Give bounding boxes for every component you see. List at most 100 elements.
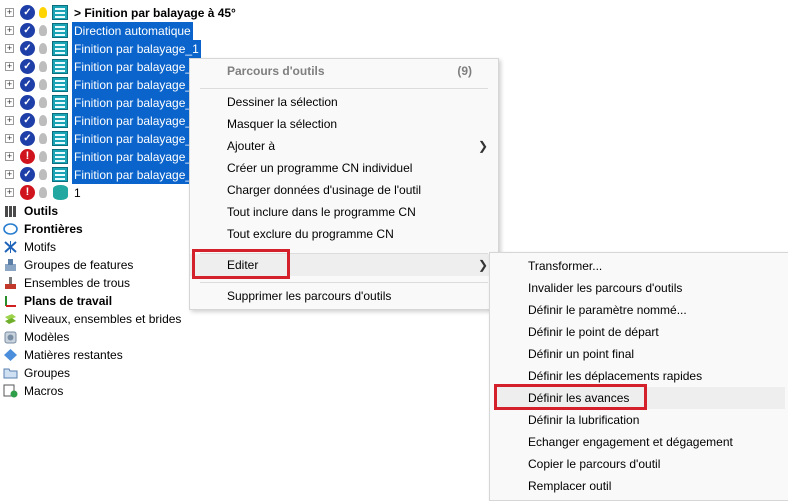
highlight-box-definir-avances bbox=[494, 384, 647, 410]
tree-folder-groups-folder[interactable]: Groupes bbox=[0, 364, 260, 382]
toolpath-row[interactable]: + ✓ Finition par balayage_1 bbox=[0, 40, 260, 58]
toolpath-label: Finition par balayage_1 bbox=[72, 40, 201, 58]
toolpath-label: Finition par balayage_ bbox=[72, 112, 195, 130]
toolpath-icon bbox=[52, 149, 68, 164]
lightbulb-icon[interactable] bbox=[39, 79, 47, 90]
context-menu-item[interactable]: Créer un programme CN individuel bbox=[190, 157, 498, 179]
highlight-box-editer bbox=[192, 249, 290, 279]
context-menu-item[interactable]: Dessiner la sélection bbox=[190, 91, 498, 113]
chevron-right-icon: ❯ bbox=[477, 139, 488, 153]
macros-icon bbox=[3, 384, 18, 398]
tree-folder-label: Matières restantes bbox=[24, 348, 123, 362]
menu-item-supprimer-parcours[interactable]: Supprimer les parcours d'outils bbox=[190, 285, 498, 307]
expand-icon[interactable]: + bbox=[5, 116, 14, 125]
expand-icon[interactable]: + bbox=[5, 134, 14, 143]
lightbulb-icon[interactable] bbox=[39, 61, 47, 72]
menu-item-label: Copier le parcours d'outil bbox=[528, 457, 661, 471]
submenu-item[interactable]: Définir le point de départ bbox=[494, 321, 785, 343]
lightbulb-icon[interactable] bbox=[39, 151, 47, 162]
toolpath-label: Finition par balayage_ bbox=[72, 76, 195, 94]
submenu-item[interactable]: Définir la lubrification bbox=[494, 409, 785, 431]
menu-item-label: Supprimer les parcours d'outils bbox=[227, 289, 392, 303]
tools-icon bbox=[3, 204, 18, 218]
checkmark-status-icon: ✓ bbox=[20, 23, 35, 38]
context-menu-item[interactable]: Tout inclure dans le programme CN bbox=[190, 201, 498, 223]
submenu-item[interactable]: Copier le parcours d'outil bbox=[494, 453, 785, 475]
models-icon bbox=[3, 330, 18, 344]
edit-submenu: Transformer... Invalider les parcours d'o… bbox=[489, 252, 788, 501]
expand-icon[interactable]: + bbox=[5, 170, 14, 179]
expand-icon[interactable]: + bbox=[5, 98, 14, 107]
lightbulb-icon[interactable] bbox=[39, 97, 47, 108]
toolpath-icon bbox=[52, 23, 68, 38]
feature-groups-icon bbox=[3, 258, 18, 272]
submenu-item[interactable]: Définir le paramètre nommé... bbox=[494, 299, 785, 321]
submenu-item[interactable]: Echanger engagement et dégagement bbox=[494, 431, 785, 453]
toolpath-label: Finition par balayage_ bbox=[72, 148, 195, 166]
checkmark-status-icon: ✓ bbox=[20, 113, 35, 128]
checkmark-status-icon: ✓ bbox=[20, 59, 35, 74]
expand-icon[interactable]: + bbox=[5, 188, 14, 197]
expand-icon[interactable]: + bbox=[5, 44, 14, 53]
menu-separator bbox=[200, 88, 488, 89]
menu-item-label: Définir le point de départ bbox=[528, 325, 659, 339]
tree-folder-label: Groupes bbox=[24, 366, 71, 380]
lightbulb-icon[interactable] bbox=[39, 169, 47, 180]
chevron-right-icon: ❯ bbox=[477, 258, 488, 272]
toolpath-label: Direction automatique bbox=[72, 22, 193, 40]
menu-item-label: Tout exclure du programme CN bbox=[227, 227, 394, 241]
context-menu-item[interactable]: Masquer la sélection bbox=[190, 113, 498, 135]
context-menu-item[interactable]: Ajouter à ❯ bbox=[190, 135, 498, 157]
workplane-icon bbox=[3, 294, 18, 308]
menu-item-label: Dessiner la sélection bbox=[227, 95, 338, 109]
toolpath-row[interactable]: + ✓ > Finition par balayage à 45° bbox=[0, 4, 260, 22]
toolpath-label: 1 bbox=[74, 186, 81, 200]
lightbulb-icon[interactable] bbox=[39, 187, 47, 198]
toolpath-icon bbox=[52, 167, 68, 182]
toolpath-label: Finition par balayage_ bbox=[72, 130, 195, 148]
tree-folder-stock[interactable]: Matières restantes bbox=[0, 346, 260, 364]
hole-sets-icon bbox=[3, 276, 18, 290]
lightbulb-icon[interactable] bbox=[39, 7, 47, 18]
toolpath-icon bbox=[52, 113, 68, 128]
toolpath-icon bbox=[52, 77, 68, 92]
error-status-icon: ! bbox=[20, 185, 35, 200]
groups-folder-icon bbox=[3, 366, 18, 380]
context-menu-item[interactable]: Tout exclure du programme CN bbox=[190, 223, 498, 245]
lightbulb-icon[interactable] bbox=[39, 43, 47, 54]
tree-folder-label: Frontières bbox=[24, 222, 83, 236]
tree-folder-label: Groupes de features bbox=[24, 258, 134, 272]
toolpath-row[interactable]: + ✓ Direction automatique bbox=[0, 22, 260, 40]
boundary-icon bbox=[3, 222, 18, 236]
tree-folder-macros[interactable]: Macros bbox=[0, 382, 260, 400]
context-menu-item[interactable]: Charger données d'usinage de l'outil bbox=[190, 179, 498, 201]
expand-icon[interactable]: + bbox=[5, 8, 14, 17]
toolpath-icon bbox=[52, 41, 68, 56]
tree-folder-label: Plans de travail bbox=[24, 294, 113, 308]
expand-icon[interactable]: + bbox=[5, 62, 14, 71]
submenu-item[interactable]: Définir un point final bbox=[494, 343, 785, 365]
toolpath-label: Finition par balayage_ bbox=[72, 94, 195, 112]
menu-item-label: Transformer... bbox=[528, 259, 603, 273]
expand-icon[interactable]: + bbox=[5, 26, 14, 35]
submenu-item[interactable]: Invalider les parcours d'outils bbox=[494, 277, 785, 299]
tree-folder-models[interactable]: Modèles bbox=[0, 328, 260, 346]
checkmark-status-icon: ✓ bbox=[20, 41, 35, 56]
selection-count: (9) bbox=[457, 64, 472, 78]
menu-item-label: Echanger engagement et dégagement bbox=[528, 435, 733, 449]
tree-folder-label: Niveaux, ensembles et brides bbox=[24, 312, 182, 326]
menu-item-label: Définir le paramètre nommé... bbox=[528, 303, 687, 317]
levels-icon bbox=[3, 312, 18, 326]
lightbulb-icon[interactable] bbox=[39, 133, 47, 144]
expand-icon[interactable]: + bbox=[5, 80, 14, 89]
expand-icon[interactable]: + bbox=[5, 152, 14, 161]
tree-folder-levels[interactable]: Niveaux, ensembles et brides bbox=[0, 310, 260, 328]
lightbulb-icon[interactable] bbox=[39, 25, 47, 36]
submenu-item[interactable]: Remplacer outil bbox=[494, 475, 785, 497]
tree-folder-label: Modèles bbox=[24, 330, 70, 344]
stock-icon bbox=[3, 348, 18, 362]
menu-item-label: Tout inclure dans le programme CN bbox=[227, 205, 416, 219]
lightbulb-icon[interactable] bbox=[39, 115, 47, 126]
submenu-item[interactable]: Transformer... bbox=[494, 255, 785, 277]
checkmark-status-icon: ✓ bbox=[20, 5, 35, 20]
